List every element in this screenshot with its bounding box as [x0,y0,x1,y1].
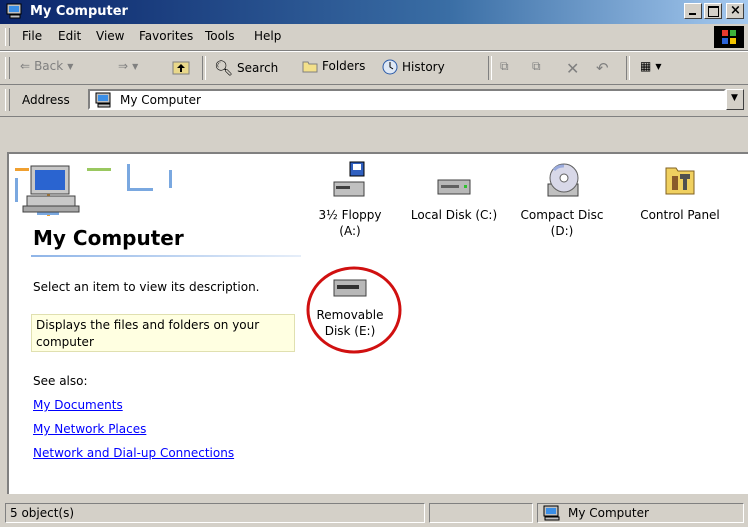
close-button[interactable]: × [726,3,744,19]
link-network-dialup[interactable]: Network and Dial-up Connections [33,446,234,460]
address-input[interactable]: My Computer [88,89,726,110]
status-panel-empty [429,503,533,523]
item-label-line1: Local Disk (C:) [410,208,498,222]
item-label-line1: 3½ Floppy [318,208,382,222]
back-button[interactable]: ⇐ Back ▼ [20,59,73,73]
dropdown-arrow-icon: ▼ [132,61,139,71]
status-object-count: 5 object(s) [5,503,425,523]
move-to-icon: ⧉ [500,59,509,73]
menu-view[interactable]: View [96,29,124,43]
address-label: Address [22,93,70,107]
delete-button[interactable]: ✕ [566,59,579,78]
link-my-documents[interactable]: My Documents [33,398,123,412]
control-panel-item[interactable]: Control Panel [630,160,730,223]
menu-bar: File Edit View Favorites Tools Help [0,24,748,51]
folders-button[interactable]: Folders [302,59,365,73]
description-box: Displays the files and folders on your c… [31,314,295,352]
menu-tools[interactable]: Tools [205,29,235,43]
forward-arrow-icon: ⇒ [118,59,129,73]
control-panel-icon [665,167,695,195]
menu-edit[interactable]: Edit [58,29,81,43]
item-label-line2: (A:) [339,224,361,238]
address-bar: Address My Computer ▼ [0,84,748,117]
item-label-line2: (D:) [550,224,574,238]
undo-icon: ↶ [596,59,609,77]
search-icon: 🔍︎ [214,59,234,77]
up-button[interactable] [172,59,190,75]
copy-to-button[interactable]: ⧉ [532,59,541,74]
menu-file[interactable]: File [22,29,42,43]
address-value: My Computer [120,93,201,107]
my-computer-icon [95,92,111,108]
forward-button[interactable]: ⇒ ▼ [118,59,138,73]
window-title: My Computer [30,4,128,19]
status-bar: 5 object(s) My Computer [0,498,748,527]
menu-favorites[interactable]: Favorites [139,29,193,43]
instruction-text: Select an item to view its description. [33,280,260,294]
menu-help[interactable]: Help [254,29,281,43]
heading-divider [31,255,301,257]
annotation-circle [306,266,402,354]
folders-icon [302,61,318,73]
delete-icon: ✕ [566,59,580,78]
hard-disk-icon [437,179,471,195]
local-disk-item[interactable]: Local Disk (C:) [404,160,504,223]
close-icon: × [730,3,741,18]
minimize-button[interactable] [684,3,702,19]
cd-drive-icon [547,163,579,197]
move-to-button[interactable]: ⧉ [500,59,509,74]
my-computer-banner-icon [15,164,172,216]
folder-up-icon [172,61,190,75]
compact-disc-item[interactable]: Compact Disc (D:) [512,160,612,239]
maximize-button[interactable] [704,3,722,19]
link-my-network-places[interactable]: My Network Places [33,422,146,436]
page-title: My Computer [33,226,184,250]
standard-toolbar: ⇐ Back ▼ ⇒ ▼ 🔍︎ Search Folders History ⧉… [0,51,748,85]
title-bar[interactable]: My Computer × [0,0,748,24]
menu-grip [5,28,10,46]
dropdown-arrow-icon: ▼ [655,61,662,71]
history-button[interactable]: History [382,59,445,75]
views-icon: ▦ [640,59,652,73]
undo-button[interactable]: ↶ [596,59,609,77]
web-view-pane: My Computer Select an item to view its d… [9,154,309,494]
see-also-label: See also: [33,374,88,388]
chevron-down-icon: ▼ [731,93,738,103]
my-computer-icon [543,505,560,521]
windows-logo-icon [714,26,744,48]
folder-view: My Computer Select an item to view its d… [7,152,748,494]
search-button[interactable]: 🔍︎ Search [214,59,278,77]
item-label-line1: Control Panel [640,208,720,222]
my-computer-icon [6,3,22,19]
views-button[interactable]: ▦ ▼ [640,59,662,73]
copy-to-icon: ⧉ [532,59,541,73]
dropdown-arrow-icon: ▼ [67,61,74,71]
address-dropdown-button[interactable]: ▼ [726,89,744,110]
floppy-drive-icon [333,161,365,197]
floppy-drive-item[interactable]: 3½ Floppy (A:) [300,160,400,239]
status-location: My Computer [537,503,744,523]
status-location-text: My Computer [568,506,649,520]
back-arrow-icon: ⇐ [20,59,31,73]
history-icon [382,59,398,75]
item-label-line1: Compact Disc [520,208,604,222]
